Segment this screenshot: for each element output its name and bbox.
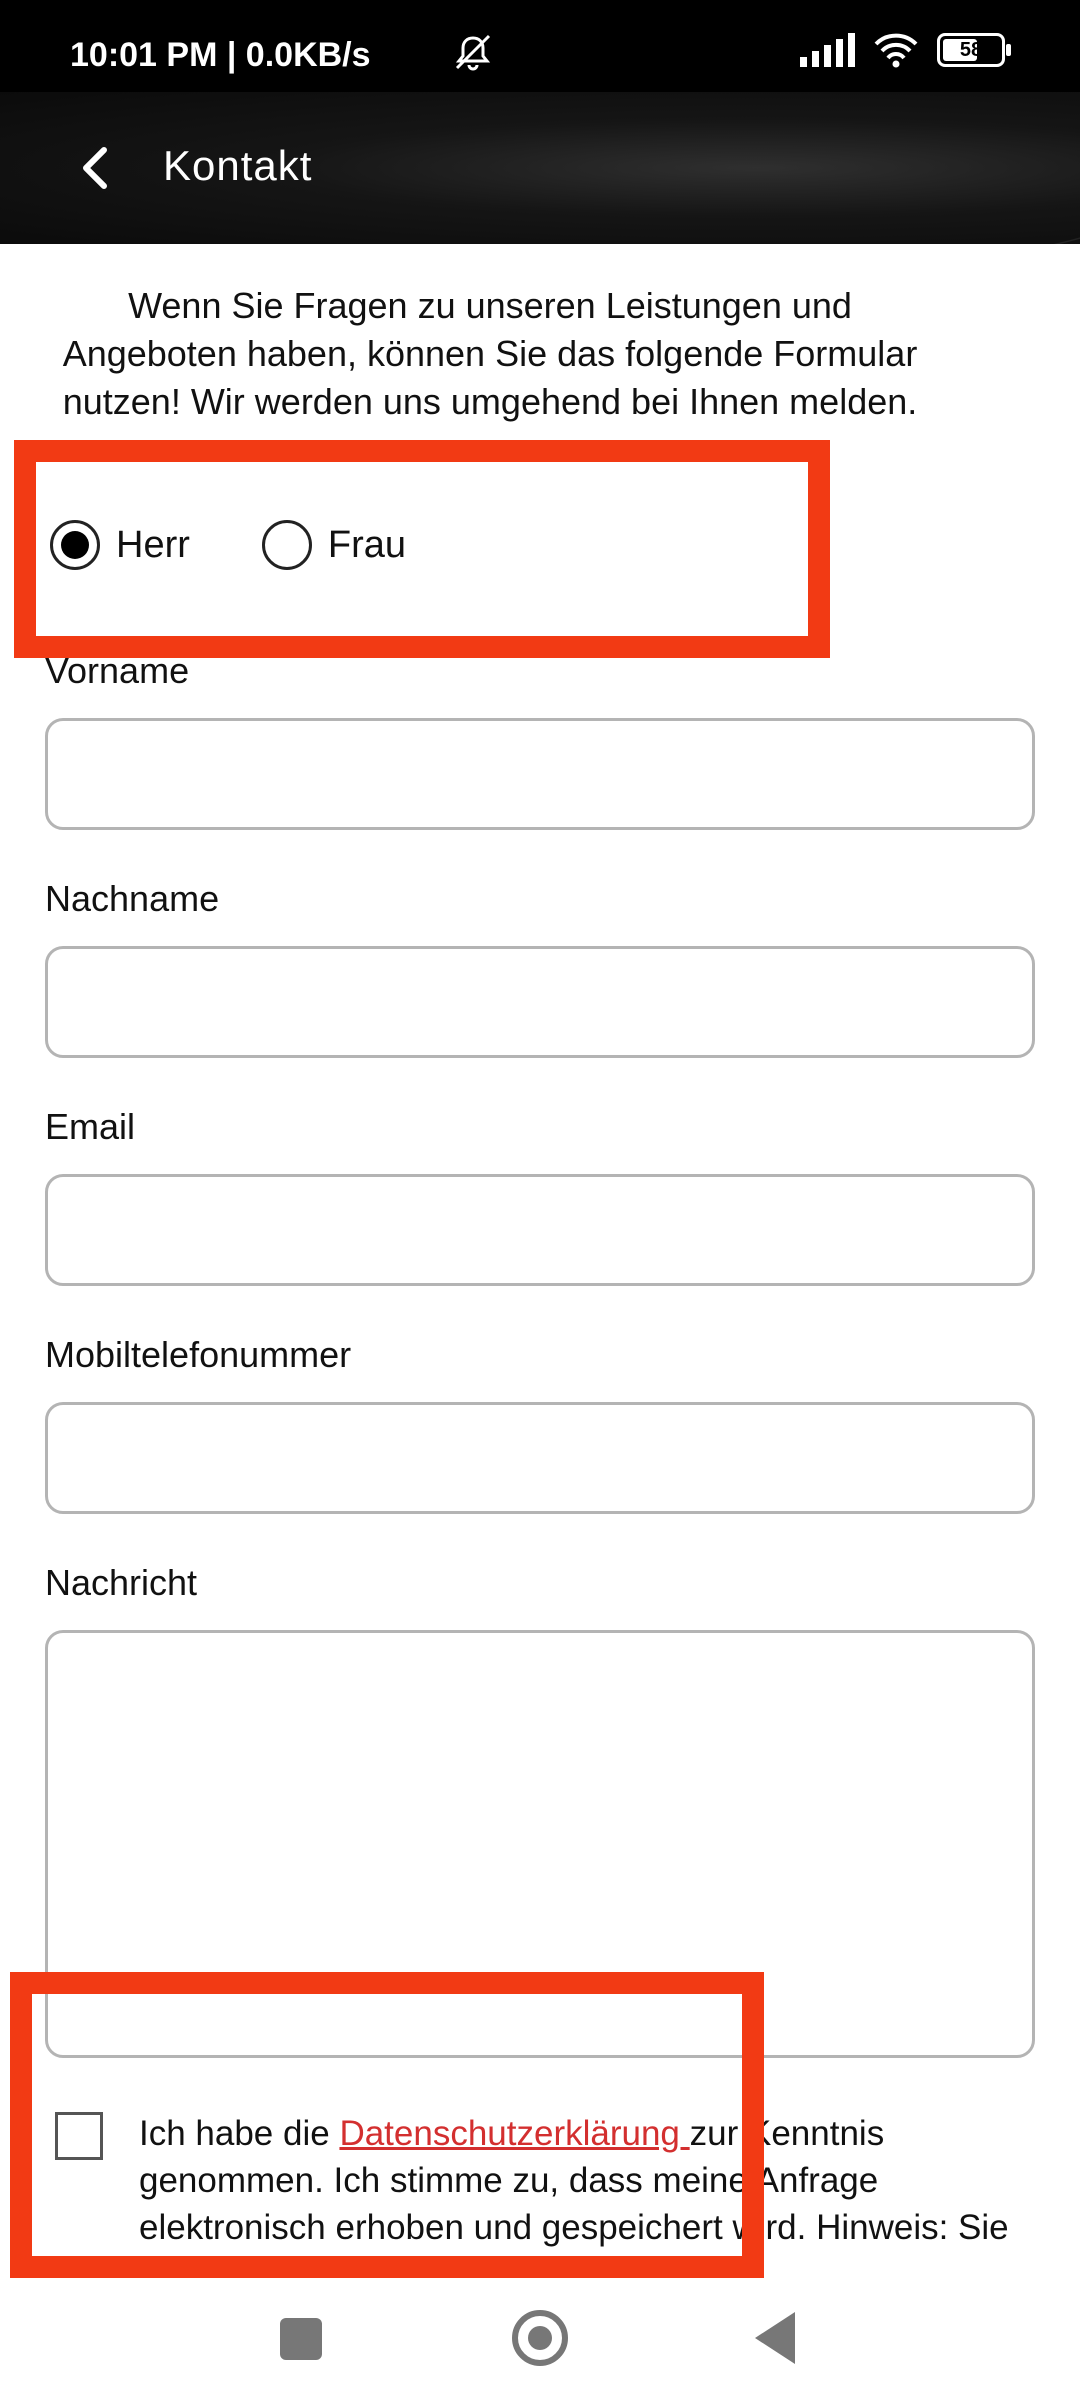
last-name-label: Nachname: [45, 878, 220, 919]
mute-bell-icon: [455, 34, 491, 71]
first-name-input[interactable]: [45, 718, 1035, 830]
last-name-input[interactable]: [45, 946, 1035, 1058]
email-label: Email: [45, 1106, 136, 1147]
phone-input[interactable]: [45, 1402, 1035, 1514]
status-time: 10:01 PM | 0.0KB/s: [70, 36, 371, 74]
back-button[interactable]: [66, 138, 126, 198]
battery-level: 58: [959, 38, 983, 61]
phone-label: Mobiltelefonummer: [45, 1334, 352, 1375]
annotation-box-consent: [10, 1972, 764, 2278]
annotation-box-salutation: [14, 440, 830, 658]
status-bar: 10:01 PM | 0.0KB/s 58: [0, 0, 1080, 92]
email-input[interactable]: [45, 1174, 1035, 1286]
status-icons: 58: [455, 32, 1011, 71]
wifi-icon: [874, 33, 918, 68]
message-label: Nachricht: [45, 1562, 198, 1603]
home-button[interactable]: [512, 2310, 568, 2366]
back-nav-button[interactable]: [755, 2312, 795, 2364]
recent-apps-button[interactable]: [280, 2318, 322, 2360]
chevron-left-icon: [83, 147, 107, 189]
intro-text: Wenn Sie Fragen zu unseren Leistungen un…: [62, 285, 918, 422]
battery-icon: 58: [937, 33, 1011, 67]
page-title: Kontakt: [163, 142, 313, 189]
app-header: Kontakt: [0, 92, 1080, 244]
signal-icon: [800, 33, 855, 67]
